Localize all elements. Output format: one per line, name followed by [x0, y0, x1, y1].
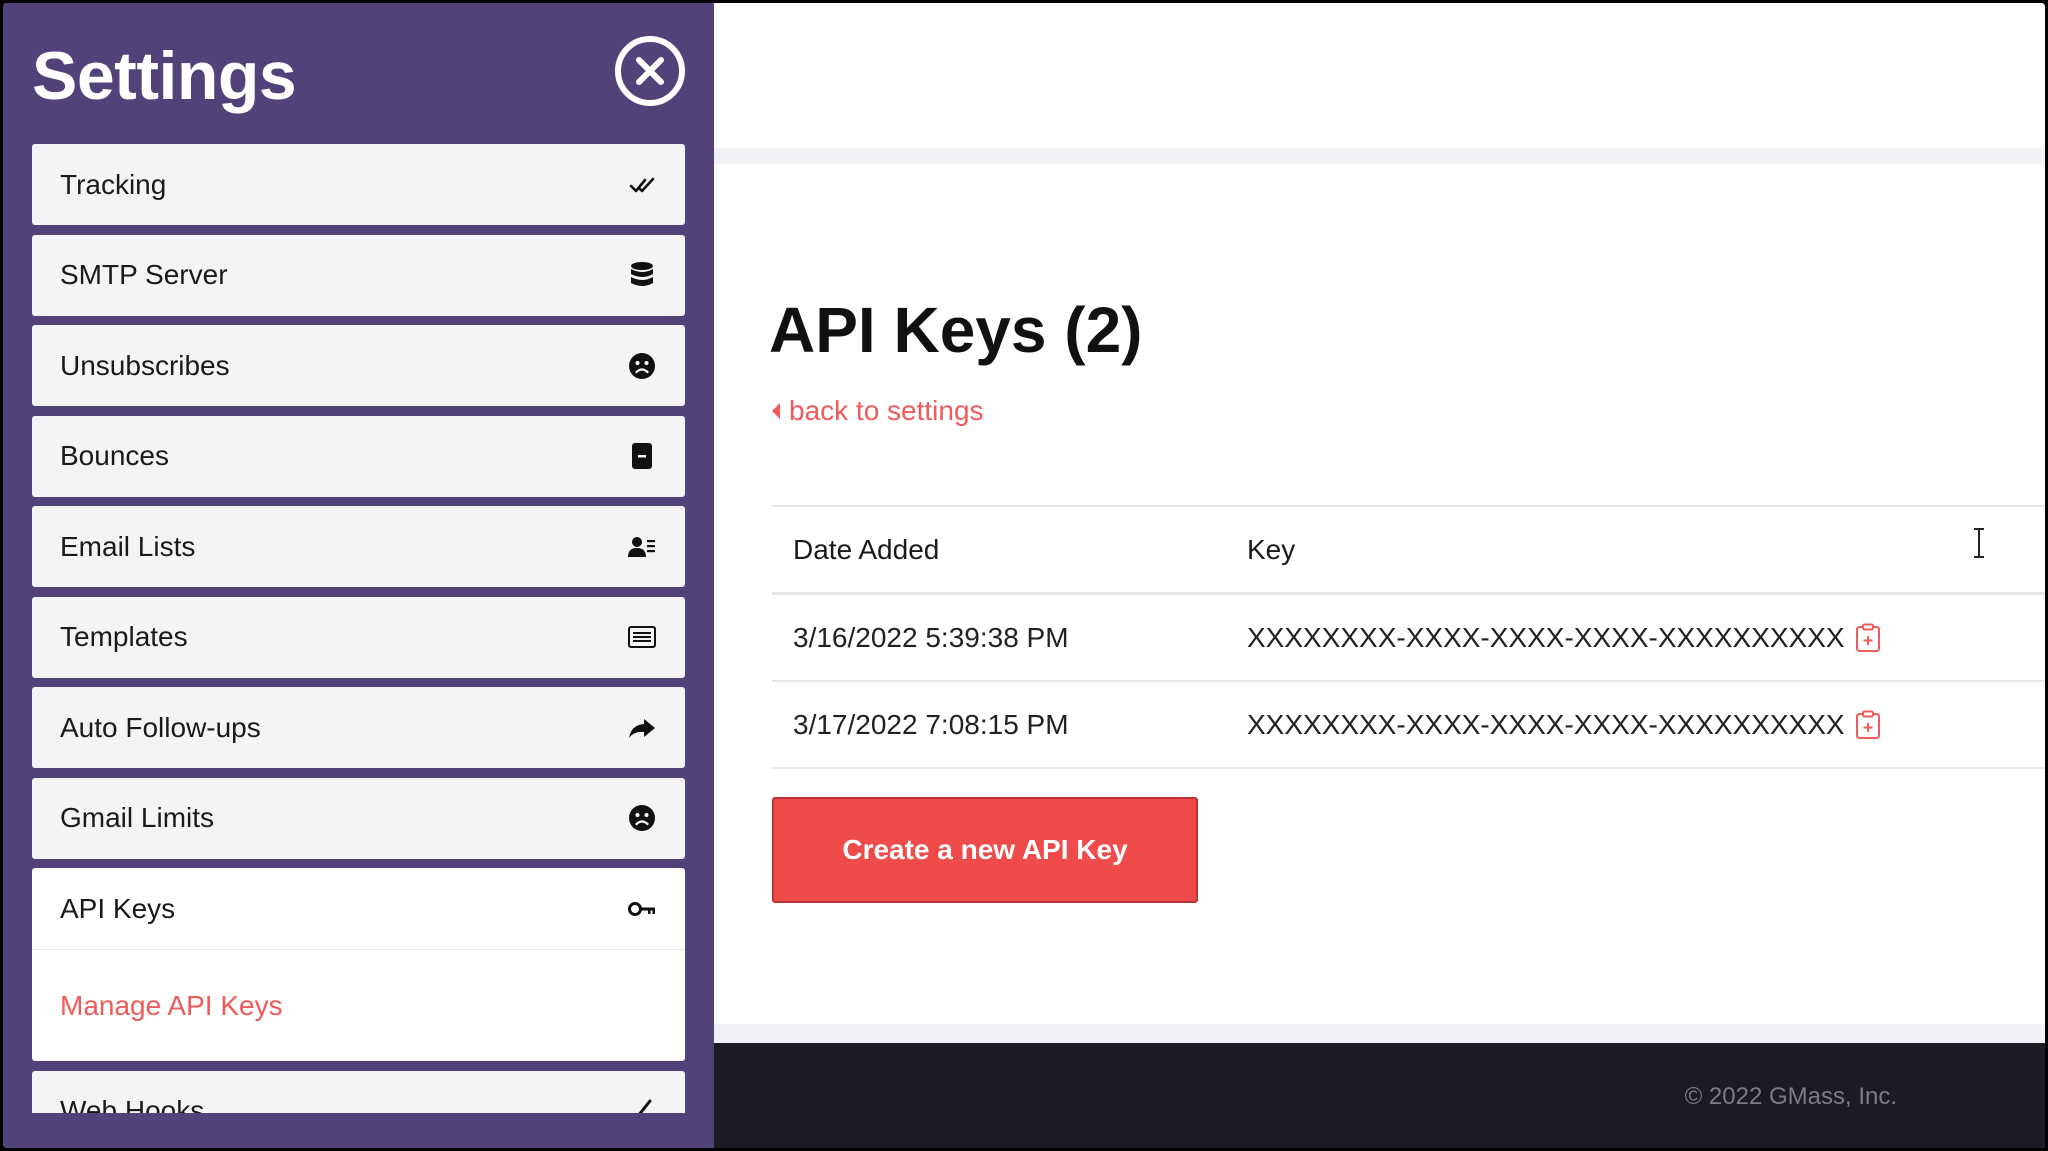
- sidebar-item-templates[interactable]: Templates: [32, 596, 685, 678]
- caret-left-icon: [772, 403, 780, 419]
- sidebar-item-gmail-limits[interactable]: Gmail Limits: [32, 777, 685, 859]
- sidebar-item-label: Gmail Limits: [60, 802, 215, 833]
- api-key-value[interactable]: XXXXXXXX-XXXX-XXXX-XXXX-XXXXXXXXXX: [1247, 622, 1845, 654]
- sidebar-title: Settings: [32, 38, 297, 114]
- database-icon: [627, 260, 657, 290]
- page-title: API Keys (2): [769, 294, 1143, 366]
- table-header: Date Added Key: [772, 507, 2045, 595]
- copy-clipboard-icon[interactable]: [1855, 623, 1881, 653]
- app-frame: Settings Tracking SMTP Server Unsubscrib…: [3, 3, 2045, 1148]
- main-panel: API Keys (2) back to settings Date Added…: [714, 3, 2045, 1148]
- row-date: 3/17/2022 7:08:15 PM: [793, 708, 1069, 740]
- close-button[interactable]: [615, 36, 685, 106]
- settings-sidebar: Settings Tracking SMTP Server Unsubscrib…: [3, 3, 714, 1148]
- sidebar-item-unsubscribes[interactable]: Unsubscribes: [32, 325, 685, 406]
- table-row: 3/16/2022 5:39:38 PM XXXXXXXX-XXXX-XXXX-…: [772, 595, 2045, 682]
- header-date-added: Date Added: [793, 533, 940, 565]
- api-keys-submenu: Manage API Keys: [32, 949, 685, 1061]
- settings-menu: Tracking SMTP Server Unsubscribes Bounce…: [32, 144, 685, 1113]
- sidebar-item-label: Unsubscribes: [60, 349, 230, 381]
- create-api-key-button[interactable]: Create a new API Key: [772, 797, 1198, 903]
- share-arrow-icon: [627, 713, 657, 743]
- sidebar-item-label: Web Hooks: [60, 1095, 205, 1113]
- manage-api-keys-link[interactable]: Manage API Keys: [60, 990, 283, 1022]
- sidebar-item-email-lists[interactable]: Email Lists: [32, 506, 685, 587]
- sidebar-item-api-keys[interactable]: API Keys: [32, 868, 685, 949]
- api-key-value[interactable]: XXXXXXXX-XXXX-XXXX-XXXX-XXXXXXXXXX: [1247, 709, 1845, 741]
- top-band: [714, 3, 2045, 148]
- close-icon: [636, 57, 664, 85]
- row-date: 3/16/2022 5:39:38 PM: [793, 621, 1069, 653]
- sidebar-item-web-hooks[interactable]: Web Hooks: [32, 1070, 685, 1113]
- header-key: Key: [1247, 533, 1296, 565]
- sidebar-item-label: Templates: [60, 621, 188, 652]
- list-box-icon: [627, 622, 657, 652]
- separator: [714, 148, 2045, 164]
- sad-face-icon: [627, 351, 657, 381]
- copyright-text: © 2022 GMass, Inc.: [1684, 1083, 1897, 1110]
- sidebar-item-auto-follow-ups[interactable]: Auto Follow-ups: [32, 687, 685, 768]
- sidebar-item-label: SMTP Server: [60, 259, 228, 290]
- webhook-icon: [627, 1096, 657, 1113]
- double-check-icon: [627, 170, 657, 200]
- key-icon: [627, 894, 657, 924]
- sidebar-item-label: Email Lists: [60, 530, 196, 562]
- footer: © 2022 GMass, Inc.: [714, 1043, 2045, 1148]
- text-cursor-icon: [1974, 528, 1984, 558]
- api-keys-content: API Keys (2) back to settings Date Added…: [714, 164, 2045, 1024]
- api-keys-table: Date Added Key 3/16/2022 5:39:38 PM XXXX…: [772, 505, 2045, 769]
- sidebar-item-label: Auto Follow-ups: [60, 711, 261, 743]
- copy-clipboard-icon[interactable]: [1855, 710, 1881, 740]
- sidebar-item-tracking[interactable]: Tracking: [32, 144, 685, 225]
- row-key-cell: XXXXXXXX-XXXX-XXXX-XXXX-XXXXXXXXXX: [1247, 622, 1881, 654]
- sidebar-item-smtp-server[interactable]: SMTP Server: [32, 234, 685, 316]
- row-key-cell: XXXXXXXX-XXXX-XXXX-XXXX-XXXXXXXXXX: [1247, 709, 1881, 741]
- user-list-icon: [627, 532, 657, 562]
- bounce-doc-icon: [627, 441, 657, 471]
- sidebar-item-label: Tracking: [60, 168, 167, 200]
- sidebar-item-bounces[interactable]: Bounces: [32, 415, 685, 497]
- sad-face-icon: [627, 803, 657, 833]
- back-to-settings-link[interactable]: back to settings: [770, 395, 984, 427]
- table-row: 3/17/2022 7:08:15 PM XXXXXXXX-XXXX-XXXX-…: [772, 682, 2045, 769]
- back-link-label: back to settings: [789, 395, 984, 426]
- sidebar-item-label: Bounces: [60, 440, 169, 471]
- separator: [714, 1024, 2045, 1043]
- sidebar-item-label: API Keys: [60, 892, 176, 924]
